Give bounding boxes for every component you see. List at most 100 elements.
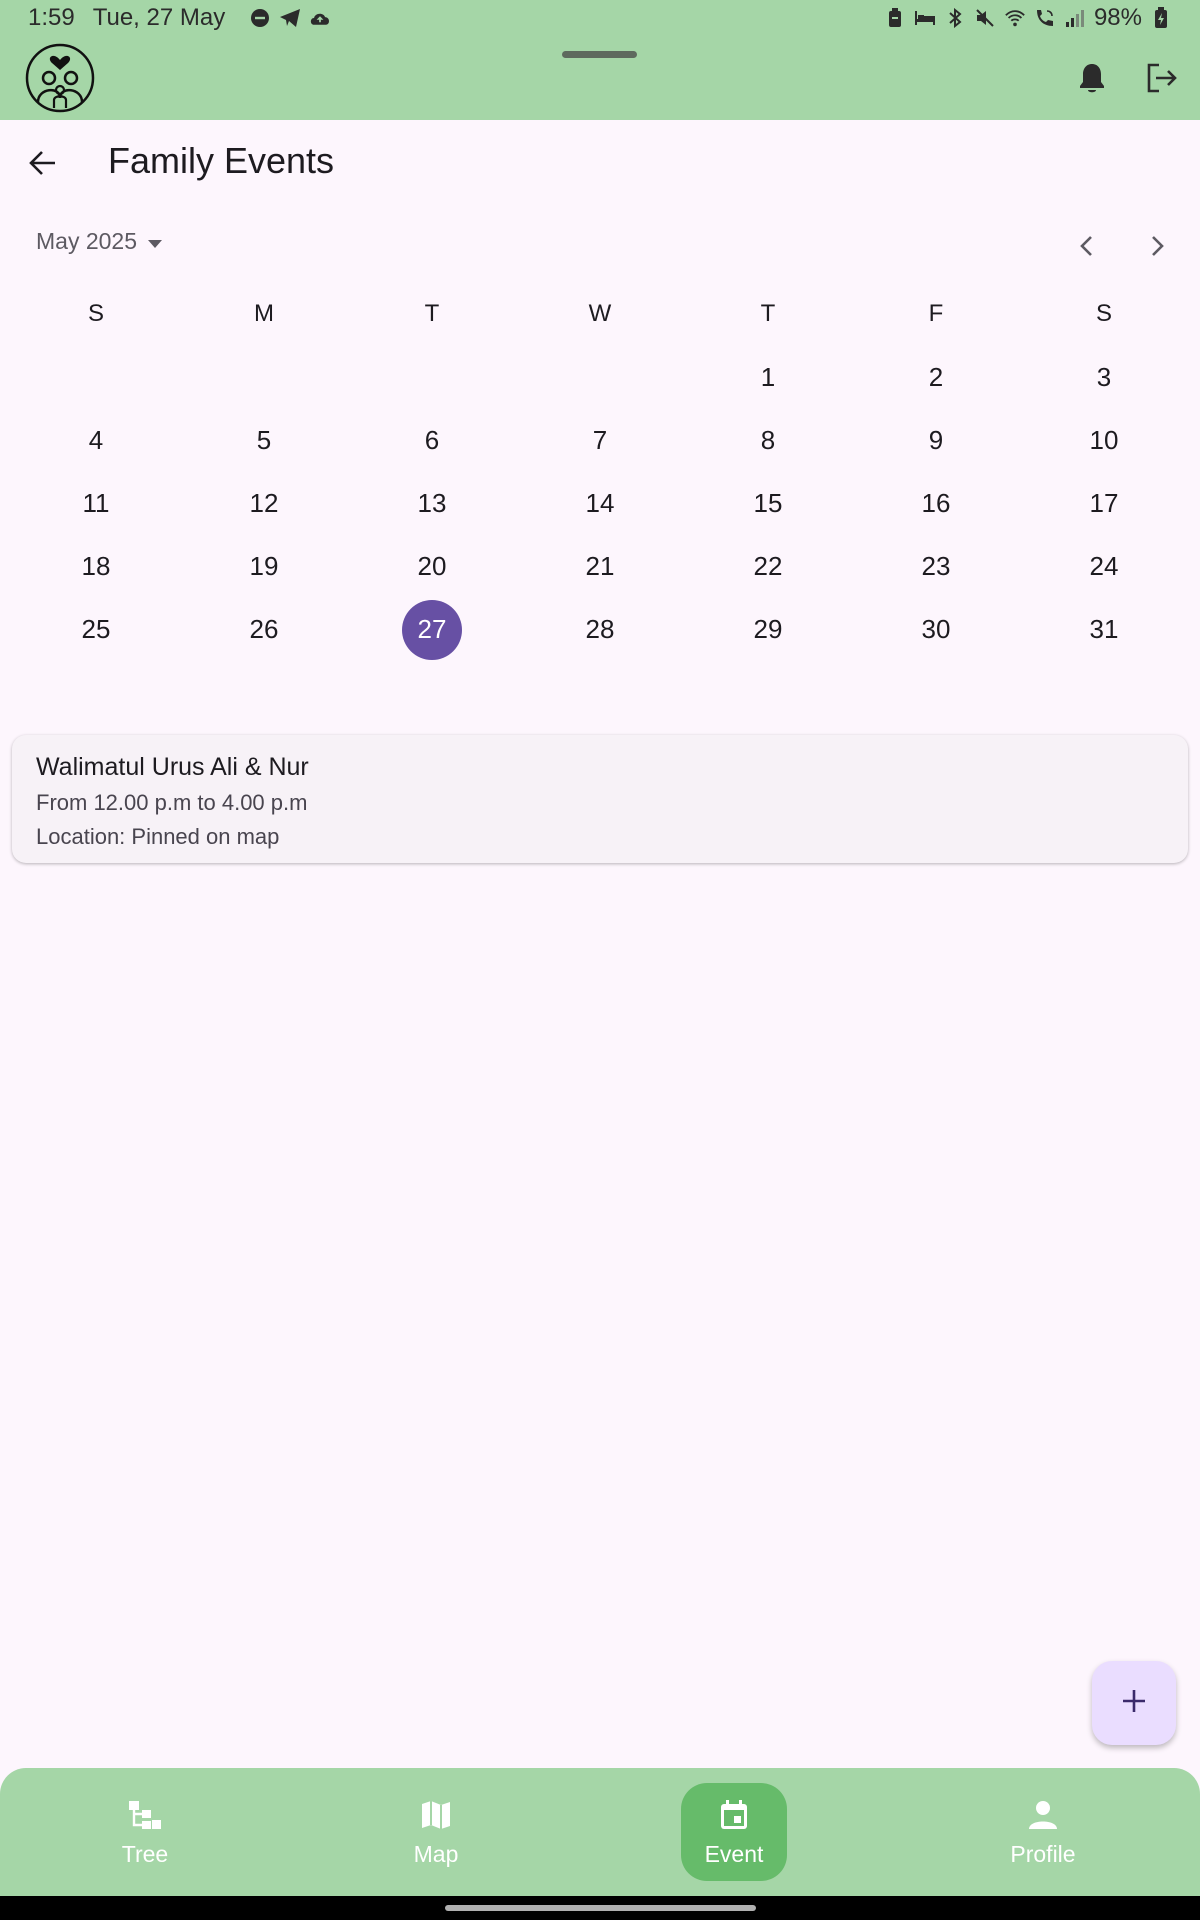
calendar-day[interactable]: 5 bbox=[234, 411, 294, 471]
status-date: Tue, 27 May bbox=[92, 4, 226, 31]
event-time: From 12.00 p.m to 4.00 p.m bbox=[36, 790, 308, 815]
previous-month-chevron-icon[interactable] bbox=[1068, 226, 1104, 266]
calendar-cell: 27 bbox=[348, 598, 516, 661]
calendar-cell: 8 bbox=[684, 409, 852, 472]
calendar-week-row: 1 2 3 bbox=[12, 346, 1188, 409]
status-bar: 1:59 Tue, 27 May 98% bbox=[0, 0, 1200, 36]
calendar-day[interactable]: 17 bbox=[1074, 474, 1134, 534]
calendar-day[interactable]: 19 bbox=[234, 537, 294, 597]
logout-icon[interactable] bbox=[1142, 58, 1182, 98]
calendar-cell: 23 bbox=[852, 535, 1020, 598]
wifi-icon bbox=[1004, 7, 1026, 29]
nav-label: Profile bbox=[1010, 1840, 1076, 1867]
calendar-day[interactable]: 10 bbox=[1074, 411, 1134, 471]
month-navigation: May 2025 bbox=[0, 222, 1200, 272]
calendar-cell: 5 bbox=[180, 409, 348, 472]
calendar-cell: 24 bbox=[1020, 535, 1188, 598]
weekday-label: S bbox=[87, 300, 104, 327]
calendar-cell: 6 bbox=[348, 409, 516, 472]
weekday-label: T bbox=[760, 300, 776, 327]
calendar-day[interactable]: 29 bbox=[738, 600, 798, 660]
calendar-day[interactable]: 23 bbox=[906, 537, 966, 597]
calendar-day[interactable]: 4 bbox=[66, 411, 126, 471]
weekday-label: F bbox=[928, 300, 944, 327]
calendar-cell: 14 bbox=[516, 472, 684, 535]
dropdown-arrow-icon bbox=[147, 228, 163, 255]
calendar-week-row: 11 12 13 14 15 16 17 bbox=[12, 472, 1188, 535]
calendar-cell: 9 bbox=[852, 409, 1020, 472]
notifications-bell-icon[interactable] bbox=[1072, 58, 1112, 98]
nav-label: Map bbox=[413, 1840, 459, 1867]
drag-handle[interactable] bbox=[562, 51, 637, 58]
family-logo-icon bbox=[24, 40, 96, 114]
nav-item-map[interactable]: Map bbox=[383, 1783, 489, 1881]
calendar-cell: 10 bbox=[1020, 409, 1188, 472]
calendar-day[interactable]: 1 bbox=[738, 348, 798, 408]
calendar-cell: 2 bbox=[852, 346, 1020, 409]
calendar-cell: 12 bbox=[180, 472, 348, 535]
battery-icon bbox=[1150, 7, 1172, 29]
weekday-header-row: S M T W T F S bbox=[12, 282, 1188, 346]
calendar-day[interactable]: 24 bbox=[1074, 537, 1134, 597]
calendar-cell: 30 bbox=[852, 598, 1020, 661]
calendar-day[interactable]: 9 bbox=[906, 411, 966, 471]
calendar-day[interactable]: 22 bbox=[738, 537, 798, 597]
weekday-label: S bbox=[1095, 300, 1112, 327]
calendar-cell: 4 bbox=[12, 409, 180, 472]
calendar-cell: 26 bbox=[180, 598, 348, 661]
calendar-day[interactable]: 28 bbox=[570, 600, 630, 660]
calendar-cell: 1 bbox=[684, 346, 852, 409]
calendar-day[interactable]: 30 bbox=[906, 600, 966, 660]
calendar-icon bbox=[716, 1797, 752, 1833]
nav-item-event[interactable]: Event bbox=[681, 1783, 787, 1881]
next-month-chevron-icon[interactable] bbox=[1140, 226, 1176, 266]
plus-icon bbox=[1121, 1688, 1147, 1719]
calendar-day[interactable]: 14 bbox=[570, 474, 630, 534]
event-card[interactable]: Walimatul Urus Ali & Nur From 12.00 p.m … bbox=[12, 735, 1188, 863]
page-title: Family Events bbox=[108, 140, 335, 181]
calendar-cell: 20 bbox=[348, 535, 516, 598]
map-icon bbox=[418, 1797, 454, 1833]
month-year-picker[interactable]: May 2025 bbox=[36, 228, 163, 255]
calendar-weeks: 1 2 3 4 5 6 7 8 9 10 11 12 13 14 15 16 17 18 19 20 21 22 23 24 2… bbox=[12, 346, 1188, 661]
month-label: May 2025 bbox=[36, 228, 138, 254]
calendar-day[interactable]: 26 bbox=[234, 600, 294, 660]
battery-saver-icon bbox=[884, 7, 906, 29]
calendar-cell: 7 bbox=[516, 409, 684, 472]
calendar-day[interactable]: 16 bbox=[906, 474, 966, 534]
home-indicator[interactable] bbox=[445, 1905, 756, 1911]
calendar-cell: 11 bbox=[12, 472, 180, 535]
back-arrow-icon[interactable] bbox=[22, 142, 64, 184]
calendar-day[interactable]: 20 bbox=[402, 537, 462, 597]
calendar-day[interactable]: 21 bbox=[570, 537, 630, 597]
calendar-day[interactable]: 11 bbox=[66, 474, 126, 534]
calendar-day[interactable]: 7 bbox=[570, 411, 630, 471]
calendar-cell bbox=[516, 346, 684, 409]
calendar-day[interactable]: 15 bbox=[738, 474, 798, 534]
calendar-day[interactable]: 31 bbox=[1074, 600, 1134, 660]
signal-icon bbox=[1064, 7, 1086, 29]
calendar-day[interactable]: 6 bbox=[402, 411, 462, 471]
calendar-day-selected[interactable]: 27 bbox=[402, 599, 462, 660]
calendar-cell: 13 bbox=[348, 472, 516, 535]
nav-item-profile[interactable]: Profile bbox=[990, 1783, 1096, 1881]
calendar-day[interactable]: 3 bbox=[1074, 348, 1134, 408]
calendar-day[interactable]: 2 bbox=[906, 348, 966, 408]
person-icon bbox=[1025, 1797, 1061, 1833]
calendar-week-row: 4 5 6 7 8 9 10 bbox=[12, 409, 1188, 472]
weekday-label: W bbox=[588, 300, 612, 327]
calendar-cell: 29 bbox=[684, 598, 852, 661]
add-event-button[interactable] bbox=[1092, 1661, 1176, 1745]
calendar-day[interactable]: 12 bbox=[234, 474, 294, 534]
calendar-day[interactable]: 13 bbox=[402, 474, 462, 534]
calendar-week-row: 25 26 27 28 29 30 31 bbox=[12, 598, 1188, 661]
event-location: Location: Pinned on map bbox=[36, 824, 280, 849]
calendar-day[interactable]: 8 bbox=[738, 411, 798, 471]
calendar-day[interactable]: 25 bbox=[66, 600, 126, 660]
mute-icon bbox=[974, 7, 996, 29]
calendar-cell bbox=[12, 346, 180, 409]
calendar-day[interactable]: 18 bbox=[66, 537, 126, 597]
screen: 1:59 Tue, 27 May 98% Family Events May 2… bbox=[0, 0, 1200, 1920]
calendar-cell bbox=[180, 346, 348, 409]
nav-item-tree[interactable]: Tree bbox=[92, 1783, 198, 1881]
